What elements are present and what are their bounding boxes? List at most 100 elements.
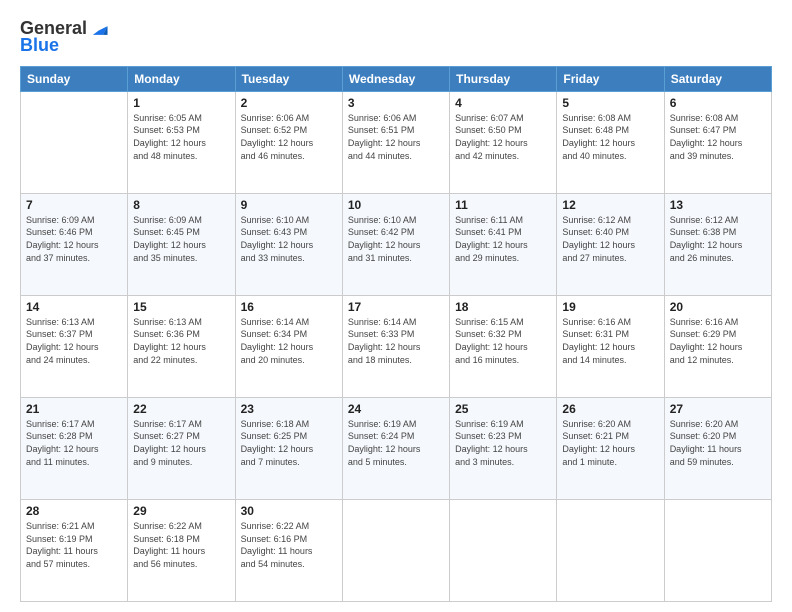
calendar-cell: 29 Sunrise: 6:22 AM Sunset: 6:18 PM Dayli… <box>128 499 235 601</box>
day-number: 18 <box>455 300 551 314</box>
day-number: 11 <box>455 198 551 212</box>
calendar-header-row: SundayMondayTuesdayWednesdayThursdayFrid… <box>21 66 772 91</box>
calendar-cell: 6 Sunrise: 6:08 AM Sunset: 6:47 PM Daylig… <box>664 91 771 193</box>
calendar-cell: 25 Sunrise: 6:19 AM Sunset: 6:23 PM Dayli… <box>450 397 557 499</box>
calendar-cell: 22 Sunrise: 6:17 AM Sunset: 6:27 PM Dayli… <box>128 397 235 499</box>
calendar-cell: 17Sunrise: 6:14 AM Sunset: 6:33 PM Dayli… <box>342 295 449 397</box>
day-number: 21 <box>26 402 122 416</box>
logo: General Blue <box>20 18 109 56</box>
day-info: Sunrise: 6:22 AM Sunset: 6:18 PM Dayligh… <box>133 520 229 570</box>
day-number: 5 <box>562 96 658 110</box>
day-info: Sunrise: 6:19 AM Sunset: 6:24 PM Dayligh… <box>348 418 444 468</box>
day-number: 20 <box>670 300 766 314</box>
col-header-thursday: Thursday <box>450 66 557 91</box>
calendar-cell: 1Sunrise: 6:05 AM Sunset: 6:53 PM Daylig… <box>128 91 235 193</box>
day-info: Sunrise: 6:21 AM Sunset: 6:19 PM Dayligh… <box>26 520 122 570</box>
day-number: 10 <box>348 198 444 212</box>
calendar-cell: 12 Sunrise: 6:12 AM Sunset: 6:40 PM Dayli… <box>557 193 664 295</box>
page: General Blue SundayMondayTuesdayWednesda… <box>0 0 792 612</box>
day-info: Sunrise: 6:17 AM Sunset: 6:27 PM Dayligh… <box>133 418 229 468</box>
day-number: 22 <box>133 402 229 416</box>
day-info: Sunrise: 6:20 AM Sunset: 6:21 PM Dayligh… <box>562 418 658 468</box>
col-header-saturday: Saturday <box>664 66 771 91</box>
day-info: Sunrise: 6:06 AM Sunset: 6:51 PM Dayligh… <box>348 112 444 162</box>
day-number: 24 <box>348 402 444 416</box>
day-info: Sunrise: 6:14 AM Sunset: 6:34 PM Dayligh… <box>241 316 337 366</box>
day-number: 2 <box>241 96 337 110</box>
calendar-cell: 8 Sunrise: 6:09 AM Sunset: 6:45 PM Daylig… <box>128 193 235 295</box>
calendar-cell: 2 Sunrise: 6:06 AM Sunset: 6:52 PM Daylig… <box>235 91 342 193</box>
header: General Blue <box>20 18 772 56</box>
day-info: Sunrise: 6:17 AM Sunset: 6:28 PM Dayligh… <box>26 418 122 468</box>
calendar-cell: 16 Sunrise: 6:14 AM Sunset: 6:34 PM Dayli… <box>235 295 342 397</box>
day-info: Sunrise: 6:08 AM Sunset: 6:48 PM Dayligh… <box>562 112 658 162</box>
calendar-cell <box>21 91 128 193</box>
calendar-cell: 14 Sunrise: 6:13 AM Sunset: 6:37 PM Dayli… <box>21 295 128 397</box>
day-number: 30 <box>241 504 337 518</box>
day-number: 16 <box>241 300 337 314</box>
calendar-cell: 5 Sunrise: 6:08 AM Sunset: 6:48 PM Daylig… <box>557 91 664 193</box>
day-info: Sunrise: 6:15 AM Sunset: 6:32 PM Dayligh… <box>455 316 551 366</box>
day-number: 1 <box>133 96 229 110</box>
day-number: 28 <box>26 504 122 518</box>
day-info: Sunrise: 6:08 AM Sunset: 6:47 PM Dayligh… <box>670 112 766 162</box>
col-header-wednesday: Wednesday <box>342 66 449 91</box>
day-info: Sunrise: 6:09 AM Sunset: 6:45 PM Dayligh… <box>133 214 229 264</box>
calendar-cell: 19Sunrise: 6:16 AM Sunset: 6:31 PM Dayli… <box>557 295 664 397</box>
calendar-cell: 23Sunrise: 6:18 AM Sunset: 6:25 PM Dayli… <box>235 397 342 499</box>
day-number: 13 <box>670 198 766 212</box>
logo-icon <box>87 18 109 40</box>
week-row-1: 1Sunrise: 6:05 AM Sunset: 6:53 PM Daylig… <box>21 91 772 193</box>
calendar-cell: 10 Sunrise: 6:10 AM Sunset: 6:42 PM Dayli… <box>342 193 449 295</box>
day-number: 29 <box>133 504 229 518</box>
day-number: 14 <box>26 300 122 314</box>
day-number: 6 <box>670 96 766 110</box>
day-number: 27 <box>670 402 766 416</box>
calendar-table: SundayMondayTuesdayWednesdayThursdayFrid… <box>20 66 772 602</box>
day-info: Sunrise: 6:18 AM Sunset: 6:25 PM Dayligh… <box>241 418 337 468</box>
week-row-5: 28 Sunrise: 6:21 AM Sunset: 6:19 PM Dayli… <box>21 499 772 601</box>
calendar-cell: 28 Sunrise: 6:21 AM Sunset: 6:19 PM Dayli… <box>21 499 128 601</box>
calendar-cell: 11Sunrise: 6:11 AM Sunset: 6:41 PM Dayli… <box>450 193 557 295</box>
day-info: Sunrise: 6:06 AM Sunset: 6:52 PM Dayligh… <box>241 112 337 162</box>
week-row-2: 7Sunrise: 6:09 AM Sunset: 6:46 PM Daylig… <box>21 193 772 295</box>
col-header-sunday: Sunday <box>21 66 128 91</box>
calendar-cell: 4 Sunrise: 6:07 AM Sunset: 6:50 PM Daylig… <box>450 91 557 193</box>
calendar-cell: 9Sunrise: 6:10 AM Sunset: 6:43 PM Daylig… <box>235 193 342 295</box>
day-number: 8 <box>133 198 229 212</box>
calendar-cell: 7Sunrise: 6:09 AM Sunset: 6:46 PM Daylig… <box>21 193 128 295</box>
week-row-4: 21 Sunrise: 6:17 AM Sunset: 6:28 PM Dayli… <box>21 397 772 499</box>
calendar-cell: 18 Sunrise: 6:15 AM Sunset: 6:32 PM Dayli… <box>450 295 557 397</box>
calendar-cell: 20 Sunrise: 6:16 AM Sunset: 6:29 PM Dayli… <box>664 295 771 397</box>
day-number: 7 <box>26 198 122 212</box>
day-number: 12 <box>562 198 658 212</box>
day-info: Sunrise: 6:13 AM Sunset: 6:37 PM Dayligh… <box>26 316 122 366</box>
day-info: Sunrise: 6:14 AM Sunset: 6:33 PM Dayligh… <box>348 316 444 366</box>
day-info: Sunrise: 6:10 AM Sunset: 6:42 PM Dayligh… <box>348 214 444 264</box>
day-info: Sunrise: 6:12 AM Sunset: 6:38 PM Dayligh… <box>670 214 766 264</box>
col-header-monday: Monday <box>128 66 235 91</box>
day-number: 3 <box>348 96 444 110</box>
calendar-cell: 15 Sunrise: 6:13 AM Sunset: 6:36 PM Dayli… <box>128 295 235 397</box>
day-number: 15 <box>133 300 229 314</box>
week-row-3: 14 Sunrise: 6:13 AM Sunset: 6:37 PM Dayli… <box>21 295 772 397</box>
calendar-cell: 24 Sunrise: 6:19 AM Sunset: 6:24 PM Dayli… <box>342 397 449 499</box>
calendar-cell: 27 Sunrise: 6:20 AM Sunset: 6:20 PM Dayli… <box>664 397 771 499</box>
day-number: 4 <box>455 96 551 110</box>
day-number: 26 <box>562 402 658 416</box>
day-info: Sunrise: 6:22 AM Sunset: 6:16 PM Dayligh… <box>241 520 337 570</box>
calendar-cell <box>450 499 557 601</box>
day-info: Sunrise: 6:13 AM Sunset: 6:36 PM Dayligh… <box>133 316 229 366</box>
day-info: Sunrise: 6:16 AM Sunset: 6:29 PM Dayligh… <box>670 316 766 366</box>
col-header-tuesday: Tuesday <box>235 66 342 91</box>
day-info: Sunrise: 6:07 AM Sunset: 6:50 PM Dayligh… <box>455 112 551 162</box>
day-info: Sunrise: 6:10 AM Sunset: 6:43 PM Dayligh… <box>241 214 337 264</box>
calendar-cell <box>664 499 771 601</box>
logo-text-blue: Blue <box>20 36 59 56</box>
day-info: Sunrise: 6:19 AM Sunset: 6:23 PM Dayligh… <box>455 418 551 468</box>
calendar-cell: 26 Sunrise: 6:20 AM Sunset: 6:21 PM Dayli… <box>557 397 664 499</box>
calendar-cell: 13 Sunrise: 6:12 AM Sunset: 6:38 PM Dayli… <box>664 193 771 295</box>
day-info: Sunrise: 6:12 AM Sunset: 6:40 PM Dayligh… <box>562 214 658 264</box>
day-info: Sunrise: 6:20 AM Sunset: 6:20 PM Dayligh… <box>670 418 766 468</box>
day-number: 25 <box>455 402 551 416</box>
